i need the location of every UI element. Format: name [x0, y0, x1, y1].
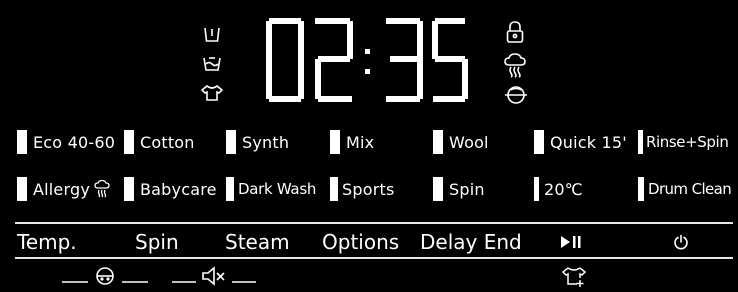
washer-control-panel: Eco 40-60 Cotton Synth Mix Wool Quick 15…: [0, 0, 738, 292]
program-dark-wash[interactable]: Dark Wash: [226, 176, 316, 202]
program-label: Sports: [342, 179, 395, 199]
program-20c[interactable]: 20℃: [534, 176, 583, 202]
program-spin[interactable]: Spin: [433, 176, 485, 202]
program-label: Spin: [449, 179, 485, 199]
time-digit-2: [315, 18, 353, 102]
program-label: Eco 40-60: [33, 132, 116, 152]
program-mix[interactable]: Mix: [330, 129, 374, 155]
program-indicator: [226, 177, 234, 201]
program-indicator: [534, 130, 544, 154]
program-rinse-spin[interactable]: Rinse+Spin: [638, 129, 729, 155]
delay-end-button[interactable]: Delay End: [420, 230, 522, 254]
program-eco-40-60[interactable]: Eco 40-60: [17, 129, 115, 155]
program-label: Rinse+Spin: [646, 133, 729, 151]
time-separator: [365, 49, 370, 74]
program-quick-15[interactable]: Quick 15': [534, 129, 627, 155]
program-label: Mix: [346, 132, 375, 152]
program-label: 20℃: [544, 179, 583, 199]
program-drum-clean[interactable]: Drum Clean: [638, 176, 732, 202]
program-allergy[interactable]: Allergy: [17, 176, 110, 202]
program-indicator: [226, 130, 236, 154]
program-label: Quick 15': [550, 132, 627, 152]
program-label: Cotton: [140, 132, 195, 152]
mute-speaker-icon: [170, 266, 260, 286]
prewash-tub-icon: [201, 23, 223, 45]
program-indicator: [17, 130, 27, 154]
shirt-plus-icon: [561, 266, 587, 288]
program-sports[interactable]: Sports: [330, 176, 395, 202]
steam-cloud-icon: [503, 52, 527, 78]
play-pause-icon[interactable]: [560, 235, 582, 249]
divider-bottom: [15, 257, 733, 259]
program-indicator: [638, 130, 643, 154]
program-label: Dark Wash: [238, 180, 317, 198]
program-synth[interactable]: Synth: [226, 129, 289, 155]
drum-rinse-icon: [503, 84, 529, 106]
allergy-steam-icon: [94, 180, 110, 198]
time-digit-1: [266, 18, 304, 102]
shirt-iron-icon: [199, 83, 225, 105]
program-indicator: [330, 177, 338, 201]
program-indicator: [124, 130, 134, 154]
options-button[interactable]: Options: [322, 230, 399, 254]
spin-button[interactable]: Spin: [135, 230, 179, 254]
program-babycare[interactable]: Babycare: [124, 176, 217, 202]
time-digit-3: [386, 18, 423, 102]
child-lock-face-icon: [60, 266, 150, 286]
program-indicator: [433, 177, 443, 201]
program-label: Wool: [449, 132, 489, 152]
program-indicator: [638, 177, 644, 201]
time-digit-4: [432, 18, 468, 102]
program-cotton[interactable]: Cotton: [124, 129, 195, 155]
program-wool[interactable]: Wool: [433, 129, 489, 155]
divider-top: [15, 222, 733, 224]
program-label: Synth: [242, 132, 290, 152]
steam-button[interactable]: Steam: [225, 230, 290, 254]
program-label: Allergy: [33, 179, 91, 199]
temp-button[interactable]: Temp.: [17, 230, 77, 254]
program-indicator: [330, 130, 340, 154]
program-indicator: [17, 177, 27, 201]
program-indicator: [534, 177, 539, 201]
program-label: Babycare: [140, 179, 217, 199]
main-wash-tub-icon: [201, 52, 223, 74]
time-display: [262, 15, 468, 110]
child-lock-icon: [504, 20, 526, 43]
program-label: Drum Clean: [648, 180, 732, 198]
power-icon[interactable]: [673, 234, 689, 250]
program-indicator: [124, 177, 134, 201]
program-indicator: [433, 130, 443, 154]
